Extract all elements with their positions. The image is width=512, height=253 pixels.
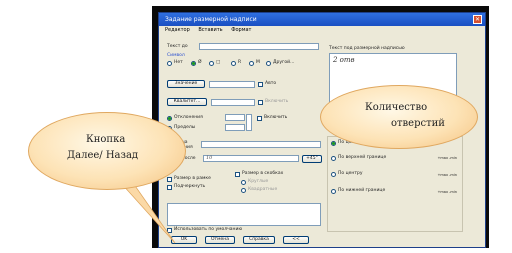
holes-callout-line-2: отверстий bbox=[391, 118, 445, 129]
nav-callout-line-1: Кнопка bbox=[86, 134, 126, 145]
holes-callout: Количество отверстий bbox=[320, 85, 478, 149]
nav-callout: Кнопка Далее/ Назад bbox=[28, 112, 186, 190]
nav-callout-line-2: Далее/ Назад bbox=[67, 150, 139, 161]
holes-callout-line-1: Количество bbox=[365, 102, 428, 113]
